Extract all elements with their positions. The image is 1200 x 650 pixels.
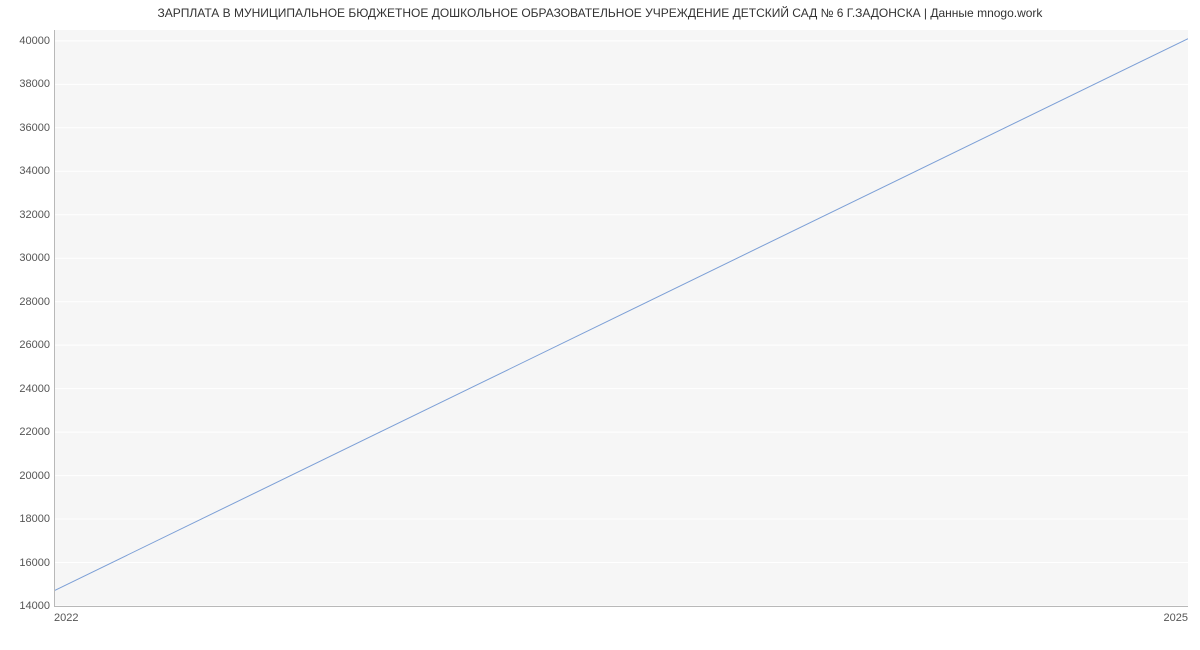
y-tick-label: 34000 — [6, 165, 50, 177]
y-tick-label: 28000 — [6, 296, 50, 308]
y-tick-label: 40000 — [6, 35, 50, 47]
y-tick-label: 32000 — [6, 209, 50, 221]
x-tick-label: 2022 — [54, 612, 78, 624]
y-tick-label: 38000 — [6, 78, 50, 90]
y-tick-label: 36000 — [6, 122, 50, 134]
y-tick-label: 16000 — [6, 557, 50, 569]
y-tick-label: 22000 — [6, 426, 50, 438]
x-tick-label: 2025 — [1164, 612, 1188, 624]
chart-title: ЗАРПЛАТА В МУНИЦИПАЛЬНОЕ БЮДЖЕТНОЕ ДОШКО… — [0, 6, 1200, 20]
series-svg — [54, 30, 1188, 606]
y-tick-label: 14000 — [6, 600, 50, 612]
y-tick-label: 20000 — [6, 470, 50, 482]
series-line — [54, 39, 1188, 591]
y-axis — [54, 30, 55, 606]
y-tick-label: 26000 — [6, 339, 50, 351]
y-tick-label: 18000 — [6, 513, 50, 525]
series-group — [54, 39, 1188, 591]
x-axis — [54, 606, 1188, 607]
y-tick-label: 24000 — [6, 383, 50, 395]
chart-container: ЗАРПЛАТА В МУНИЦИПАЛЬНОЕ БЮДЖЕТНОЕ ДОШКО… — [0, 0, 1200, 650]
plot-area — [54, 30, 1188, 606]
y-tick-label: 30000 — [6, 252, 50, 264]
